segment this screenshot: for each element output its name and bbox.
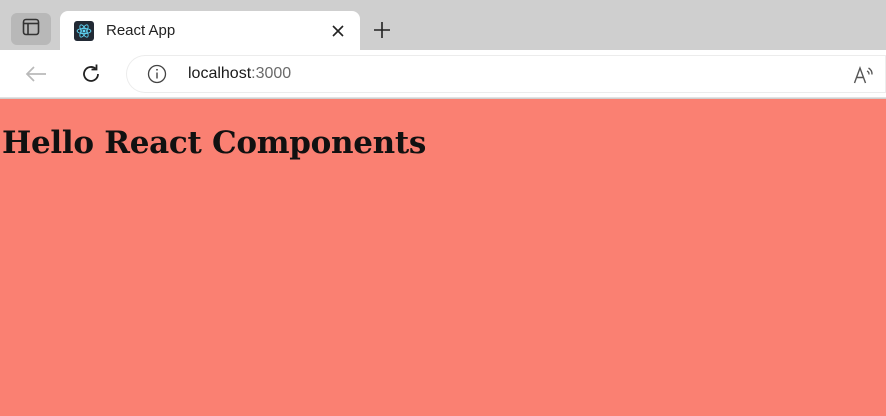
- tab-react-app[interactable]: React App: [60, 11, 360, 50]
- browser-window: React App localhost:3000 Hello React Com…: [0, 0, 886, 416]
- close-icon: [332, 24, 344, 37]
- toolbar: localhost:3000: [0, 50, 886, 98]
- plus-icon: [374, 22, 390, 38]
- page-viewport: Hello React Components: [0, 99, 886, 416]
- reload-button[interactable]: [77, 60, 105, 88]
- page-heading: Hello React Components: [2, 125, 427, 161]
- tab-actions-icon: [22, 18, 40, 41]
- tab-title: React App: [106, 22, 176, 39]
- tab-strip: React App: [0, 0, 886, 50]
- read-aloud-icon: [853, 65, 873, 84]
- address-bar[interactable]: localhost:3000: [126, 55, 886, 93]
- reload-icon: [83, 64, 99, 82]
- new-tab-button[interactable]: [368, 16, 396, 44]
- url-text[interactable]: localhost:3000: [188, 65, 291, 83]
- react-logo-icon: [74, 20, 94, 41]
- url-port: :3000: [251, 65, 292, 82]
- back-button[interactable]: [22, 60, 50, 88]
- close-tab-button[interactable]: [326, 19, 350, 43]
- read-aloud-button[interactable]: [852, 63, 876, 87]
- url-host: localhost: [188, 65, 252, 82]
- info-icon[interactable]: [147, 64, 167, 84]
- back-arrow-icon: [25, 66, 46, 82]
- tab-actions-button[interactable]: [11, 13, 51, 45]
